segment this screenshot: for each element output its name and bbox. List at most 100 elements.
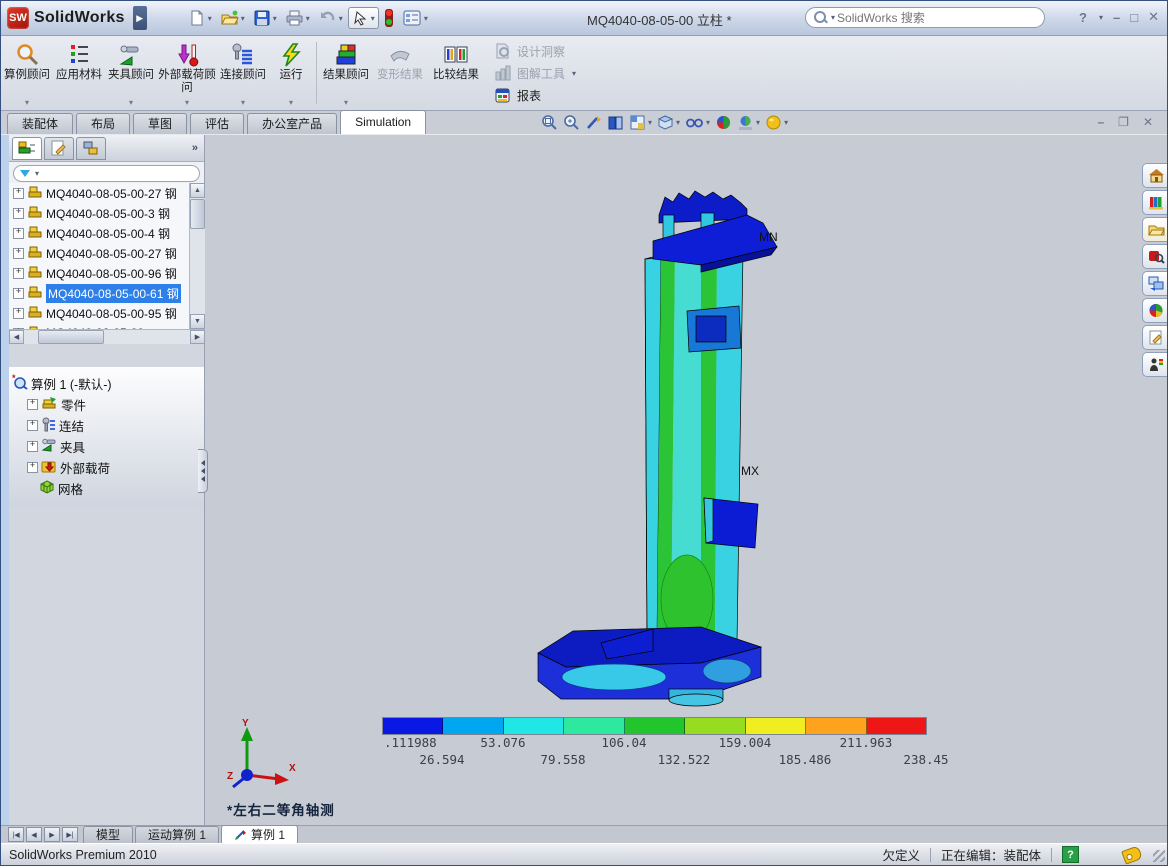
command-list-button[interactable]: ▾ xyxy=(399,7,431,29)
minimize-button[interactable]: – xyxy=(1113,10,1120,25)
connections-advisor-dropdown-icon[interactable]: ▾ xyxy=(218,96,268,109)
feature-tree-tab[interactable] xyxy=(12,137,42,160)
view-palette-button[interactable] xyxy=(1142,271,1168,296)
next-tab-button[interactable]: ▶ xyxy=(44,827,60,842)
select-dropdown-icon[interactable]: ▾ xyxy=(371,14,375,23)
tab-office-products[interactable]: 办公室产品 xyxy=(247,113,337,134)
study-item-connections[interactable]: 连结 xyxy=(9,415,204,436)
connections-advisor-button[interactable]: 连接顾问 ▾ xyxy=(218,39,268,110)
zoom-to-area-button[interactable] xyxy=(563,114,580,131)
panel-collapse-handle[interactable] xyxy=(198,449,208,493)
print-button[interactable]: ▾ xyxy=(282,7,313,29)
resources-home-button[interactable] xyxy=(1142,163,1168,188)
run-button[interactable]: 运行 ▾ xyxy=(270,39,312,110)
section-view-button[interactable] xyxy=(607,114,624,131)
tag-icon[interactable] xyxy=(1121,845,1143,864)
stress-legend[interactable]: .111988 53.076 106.04 159.004 211.963 26… xyxy=(382,717,927,771)
undo-button[interactable]: ▾ xyxy=(315,7,346,29)
apply-scene-dropdown-icon[interactable]: ▾ xyxy=(756,118,760,127)
print-dropdown-icon[interactable]: ▾ xyxy=(306,14,310,23)
doc-close-button[interactable]: ✕ xyxy=(1143,115,1153,129)
command-list-dropdown-icon[interactable]: ▾ xyxy=(424,14,428,23)
undo-dropdown-icon[interactable]: ▾ xyxy=(339,14,343,23)
tree-row[interactable]: MQ4040-08-05-00-27 钢 xyxy=(9,183,189,203)
custom-properties-button[interactable] xyxy=(1142,325,1168,350)
search-input[interactable] xyxy=(835,10,1036,26)
compare-results-button[interactable]: 比较结果 xyxy=(429,39,483,110)
expand-icon[interactable] xyxy=(13,288,24,299)
maximize-button[interactable]: □ xyxy=(1130,10,1138,25)
expand-icon[interactable] xyxy=(27,399,38,410)
help-button[interactable]: ? xyxy=(1079,10,1087,25)
tab-layout[interactable]: 布局 xyxy=(76,113,130,134)
results-advisor-button[interactable]: 结果顾问 ▾ xyxy=(321,39,371,110)
expand-icon[interactable] xyxy=(13,248,24,259)
expand-icon[interactable] xyxy=(13,268,24,279)
new-document-button[interactable]: ▾ xyxy=(185,7,215,29)
scroll-thumb[interactable] xyxy=(38,330,104,344)
external-loads-dropdown-icon[interactable]: ▾ xyxy=(158,96,216,109)
search-box[interactable]: ▾ xyxy=(805,7,1045,28)
display-style-dropdown-icon[interactable]: ▾ xyxy=(676,118,680,127)
view-orientation-dropdown-icon[interactable]: ▾ xyxy=(648,118,652,127)
design-library-button[interactable] xyxy=(1142,190,1168,215)
report-button[interactable]: 报表 xyxy=(494,86,576,104)
scroll-thumb[interactable] xyxy=(190,199,205,229)
study-item-mesh[interactable]: 网格 xyxy=(9,478,204,499)
view-settings-dropdown-icon[interactable]: ▾ xyxy=(784,118,788,127)
hide-show-dropdown-icon[interactable]: ▾ xyxy=(706,118,710,127)
filter-dropdown-icon[interactable]: ▾ xyxy=(35,169,39,178)
tree-vertical-scrollbar[interactable]: ▲ ▼ xyxy=(189,183,205,329)
first-tab-button[interactable]: |◀ xyxy=(8,827,24,842)
menu-expand-arrow-icon[interactable]: ▶ xyxy=(133,6,147,30)
tree-row[interactable]: MQ4040-08-05-00-95 钢 xyxy=(9,303,189,323)
new-document-dropdown-icon[interactable]: ▾ xyxy=(208,14,212,23)
resize-grip[interactable] xyxy=(1153,850,1165,862)
interference-check-button[interactable] xyxy=(381,6,397,30)
help-dropdown-icon[interactable]: ▾ xyxy=(1099,13,1103,22)
study-root[interactable]: * 算例 1 (-默认-) xyxy=(9,373,204,394)
tab-simulation[interactable]: Simulation xyxy=(340,110,426,134)
search-pane-button[interactable] xyxy=(1142,244,1168,269)
run-dropdown-icon[interactable]: ▾ xyxy=(270,96,312,109)
zoom-to-fit-button[interactable] xyxy=(541,114,558,131)
study-tab[interactable]: 算例 1 xyxy=(221,825,298,843)
model-tab[interactable]: 模型 xyxy=(83,826,133,843)
display-style-button[interactable]: ▾ xyxy=(657,114,680,131)
apply-scene-button[interactable]: ▾ xyxy=(737,114,760,131)
scroll-right-icon[interactable]: ▶ xyxy=(190,330,205,344)
previous-view-button[interactable] xyxy=(585,114,602,131)
open-dropdown-icon[interactable]: ▾ xyxy=(241,14,245,23)
fixtures-advisor-button[interactable]: 夹具顾问 ▾ xyxy=(106,39,156,110)
expand-icon[interactable] xyxy=(27,462,38,473)
tree-row[interactable]: MQ4040-08-05-00-3 钢 xyxy=(9,203,189,223)
view-orientation-button[interactable]: ▾ xyxy=(629,114,652,131)
scroll-down-icon[interactable]: ▼ xyxy=(190,314,205,329)
panel-overflow-chevron[interactable]: » xyxy=(192,142,198,154)
edit-appearance-button[interactable] xyxy=(715,114,732,131)
last-tab-button[interactable]: ▶| xyxy=(62,827,78,842)
select-button[interactable]: ▾ xyxy=(348,7,379,29)
tab-evaluate[interactable]: 评估 xyxy=(190,113,244,134)
expand-icon[interactable] xyxy=(13,228,24,239)
configuration-manager-tab[interactable] xyxy=(76,137,106,160)
study-item-fixtures[interactable]: 夹具 xyxy=(9,436,204,457)
apply-material-button[interactable]: 应用材料 xyxy=(54,39,104,110)
scroll-left-icon[interactable]: ◀ xyxy=(9,330,24,344)
property-manager-tab[interactable] xyxy=(44,137,74,160)
tree-row[interactable]: MQ4040-08-05-00-96 钢 xyxy=(9,263,189,283)
tab-assembly[interactable]: 装配体 xyxy=(7,113,73,134)
study-item-parts[interactable]: 零件 xyxy=(9,394,204,415)
expand-icon[interactable] xyxy=(13,188,24,199)
save-button[interactable]: ▾ xyxy=(250,7,280,29)
motion-study-tab[interactable]: 运动算例 1 xyxy=(135,826,219,843)
fixtures-advisor-dropdown-icon[interactable]: ▾ xyxy=(106,96,156,109)
tree-horizontal-scrollbar[interactable]: ◀ ▶ xyxy=(9,329,205,344)
graphics-area[interactable]: MN MX .111988 53.076 106.04 159.004 xyxy=(1,135,1168,825)
view-settings-button[interactable]: ▾ xyxy=(765,114,788,131)
doc-restore-button[interactable]: ❐ xyxy=(1118,115,1129,129)
doc-minimize-button[interactable]: – xyxy=(1097,115,1104,129)
forum-button[interactable] xyxy=(1142,352,1168,377)
legend-color-bar[interactable] xyxy=(382,717,927,735)
scroll-up-icon[interactable]: ▲ xyxy=(190,183,205,198)
